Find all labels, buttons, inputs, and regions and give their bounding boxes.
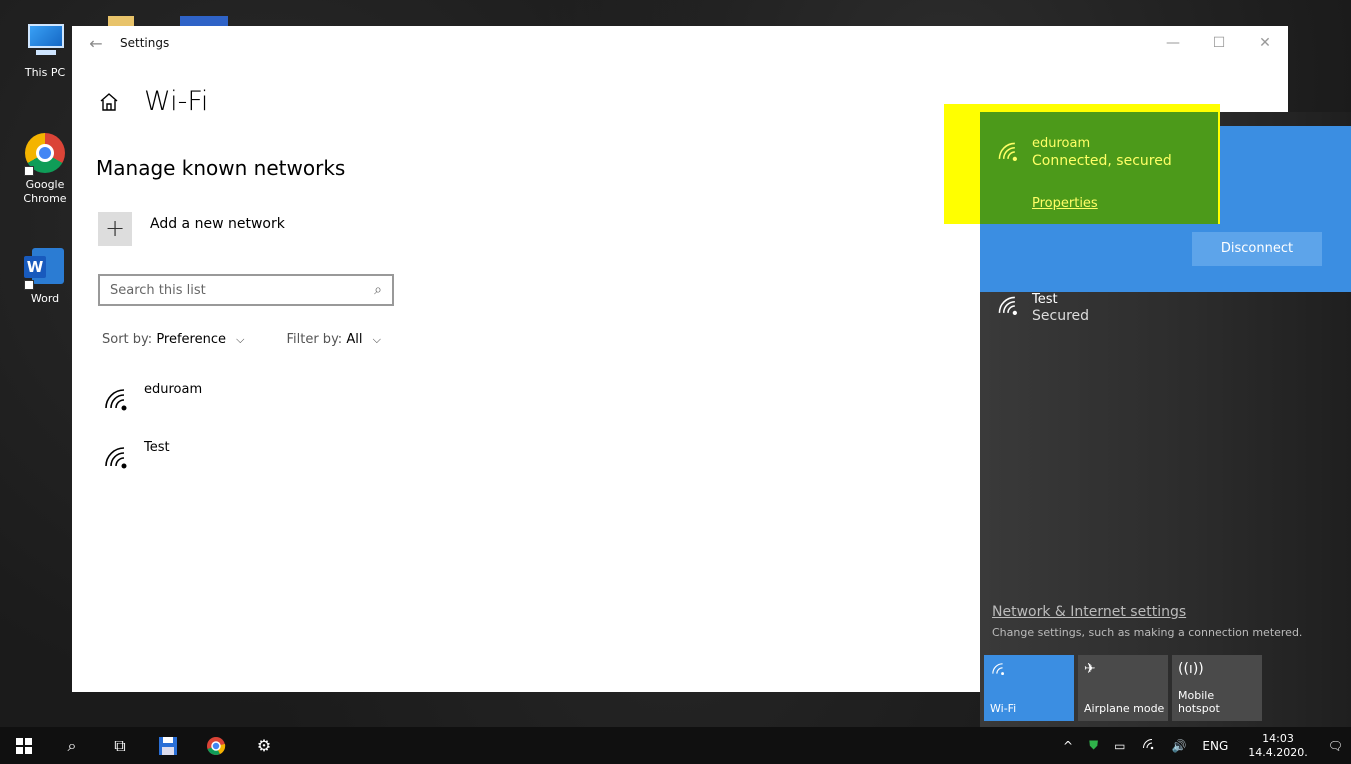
search-input[interactable] — [110, 282, 375, 298]
mobile-hotspot-tile[interactable]: ((ı)) Mobile hotspot — [1172, 655, 1262, 721]
page-title: Wi-Fi — [144, 86, 209, 117]
chrome-icon — [22, 130, 68, 176]
title-bar: ← Settings — ☐ ✕ — [72, 26, 1288, 60]
chevron-down-icon: ⌵ — [372, 333, 381, 346]
maximize-button[interactable]: ☐ — [1196, 26, 1242, 60]
clock-time: 14:03 — [1262, 731, 1294, 745]
hotspot-icon: ((ı)) — [1178, 661, 1204, 677]
wifi-tile[interactable]: Wi-Fi — [984, 655, 1074, 721]
task-view-icon[interactable]: ⧉ — [96, 727, 144, 764]
taskbar: ⌕ ⧉ ⚙ ^ ⛊ ▭ 🔊 ENG 14:03 14.4.2020. 🗨 — [0, 727, 1351, 764]
network-status: Secured — [1032, 308, 1090, 324]
close-button[interactable]: ✕ — [1242, 26, 1288, 60]
chevron-down-icon: ⌵ — [236, 333, 245, 346]
window-controls: — ☐ ✕ — [1150, 26, 1288, 60]
save-app-icon[interactable] — [144, 727, 192, 764]
system-tray: ^ ⛊ ▭ 🔊 ENG 14:03 14.4.2020. 🗨 — [1055, 727, 1351, 764]
sort-prefix: Sort by: — [102, 332, 153, 347]
chrome-icon[interactable] — [192, 727, 240, 764]
desktop-icon-label: This PC — [24, 66, 66, 79]
desktop-icon-label: Word — [30, 292, 60, 305]
window-title: Settings — [120, 36, 170, 50]
search-icon[interactable]: ⌕ — [48, 727, 96, 764]
available-network-item[interactable]: Test Secured — [996, 292, 1090, 324]
page-header: Wi-Fi — [98, 86, 208, 117]
network-name: eduroam — [144, 382, 203, 397]
plus-icon[interactable]: + — [98, 212, 132, 246]
wifi-icon — [990, 661, 1068, 683]
network-name: Test — [144, 440, 170, 455]
network-settings-link[interactable]: Network & Internet settings — [992, 604, 1186, 620]
airplane-icon: ✈ — [1084, 661, 1096, 677]
tile-label-line1: Mobile — [1178, 688, 1215, 702]
airplane-mode-tile[interactable]: ✈ Airplane mode — [1078, 655, 1168, 721]
tile-label: Mobile hotspot — [1178, 689, 1220, 715]
known-network-item[interactable]: eduroam — [102, 382, 202, 414]
add-network-row[interactable]: + Add a new network — [98, 212, 285, 246]
tile-label-line2: hotspot — [1178, 701, 1220, 715]
wifi-icon — [998, 142, 1017, 161]
wifi-icon — [105, 447, 127, 469]
add-network-label[interactable]: Add a new network — [150, 216, 285, 232]
security-icon[interactable]: ⛊ — [1089, 738, 1098, 753]
desktop-icon-label: Google Chrome — [23, 178, 67, 205]
notification-icon[interactable]: 🗨 — [1328, 739, 1343, 753]
this-pc-icon — [22, 18, 68, 64]
network-status: Connected, secured — [1032, 153, 1172, 169]
clock-date: 14.4.2020. — [1248, 745, 1308, 759]
network-name: eduroam — [1032, 136, 1091, 151]
connected-network-info[interactable]: eduroam Connected, secured — [996, 136, 1172, 169]
filter-prefix: Filter by: — [286, 332, 343, 347]
battery-icon[interactable]: ▭ — [1114, 739, 1125, 753]
windows-logo-icon — [16, 737, 32, 754]
minimize-button[interactable]: — — [1150, 26, 1196, 60]
properties-link[interactable]: Properties — [1032, 196, 1098, 211]
known-network-item[interactable]: Test — [102, 440, 170, 472]
language-indicator[interactable]: ENG — [1202, 739, 1228, 753]
desktop-icon-word[interactable]: W Word — [14, 244, 76, 306]
network-name: Test — [1032, 292, 1058, 307]
filter-value: All — [346, 332, 363, 347]
tile-label: Wi-Fi — [990, 701, 1017, 715]
volume-icon[interactable]: 🔊 — [1171, 739, 1186, 753]
disconnect-button[interactable]: Disconnect — [1192, 232, 1322, 266]
desktop-folder-icon — [108, 16, 134, 26]
desktop-app-icon — [180, 16, 228, 26]
tile-label: Airplane mode — [1084, 701, 1165, 715]
network-settings-description: Change settings, such as making a connec… — [992, 626, 1303, 639]
clock[interactable]: 14:03 14.4.2020. — [1248, 732, 1307, 760]
start-button[interactable] — [0, 727, 48, 764]
sort-value: Preference — [156, 332, 226, 347]
wifi-icon — [105, 389, 127, 411]
home-icon[interactable] — [98, 91, 120, 113]
search-icon[interactable]: ⌕ — [374, 282, 382, 298]
settings-gear-icon[interactable]: ⚙ — [240, 727, 288, 764]
wifi-icon[interactable] — [1141, 737, 1155, 754]
word-icon: W — [22, 244, 68, 290]
sort-filter-row: Sort by: Preference ⌵ Filter by: All ⌵ — [102, 332, 381, 347]
chevron-up-icon[interactable]: ^ — [1063, 739, 1073, 753]
filter-dropdown[interactable]: Filter by: All ⌵ — [286, 332, 380, 347]
sort-dropdown[interactable]: Sort by: Preference ⌵ — [102, 332, 244, 347]
back-arrow-icon[interactable]: ← — [72, 34, 120, 53]
desktop-icon-this-pc[interactable]: This PC — [14, 18, 76, 80]
search-box[interactable]: ⌕ — [98, 274, 394, 306]
section-title: Manage known networks — [96, 156, 346, 180]
desktop-icon-chrome[interactable]: Google Chrome — [14, 130, 76, 206]
wifi-icon — [998, 296, 1017, 315]
